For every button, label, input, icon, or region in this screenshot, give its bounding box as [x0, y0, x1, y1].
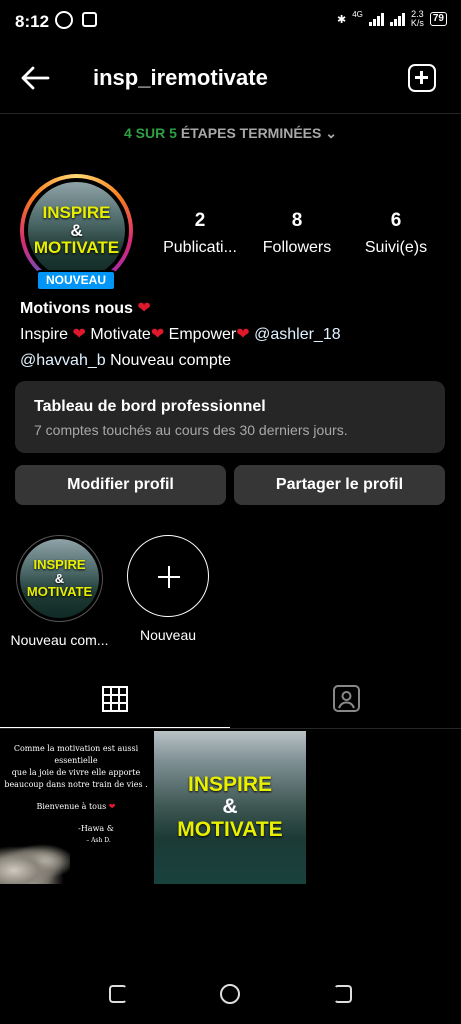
tab-tagged[interactable]	[231, 670, 461, 728]
home-icon[interactable]	[220, 984, 240, 1004]
tab-posts-grid[interactable]	[0, 670, 230, 728]
status-right: ✱ 4G 2.3 K/s 79	[337, 10, 447, 28]
professional-dashboard[interactable]: Tableau de bord professionnel 7 comptes …	[15, 381, 445, 453]
battery-icon: 79	[429, 12, 447, 26]
profile-bio: Motivons nous ❤ Inspire ❤ Motivate❤ Empo…	[20, 300, 341, 369]
profile-name: Motivons nous	[20, 300, 133, 317]
steps-label: ÉTAPES TERMINÉES	[180, 125, 322, 141]
post-thumbnail[interactable]: Comme la motivation est aussi essentiell…	[0, 731, 152, 884]
chevron-down-icon: ⌄	[325, 125, 337, 141]
profile-tabs	[0, 670, 461, 728]
tabs-divider	[0, 728, 461, 729]
new-highlight-button[interactable]: Nouveau	[120, 535, 216, 643]
status-bar: 8:12 ✱ 4G 2.3 K/s 79	[0, 0, 461, 40]
recents-icon[interactable]	[109, 985, 127, 1003]
back-arrow-icon[interactable]	[20, 65, 50, 91]
status-time: 8:12	[15, 12, 50, 31]
heart-icon: ❤	[137, 300, 151, 317]
post-thumbnail[interactable]: INSPIRE & MOTIVATE	[154, 731, 306, 884]
rocks-image	[0, 839, 70, 884]
plus-icon	[127, 535, 209, 617]
edit-profile-button[interactable]: Modifier profil	[15, 465, 226, 505]
stat-following[interactable]: 6 Suivi(e)s	[352, 210, 440, 257]
highlight-label: Nouveau	[139, 627, 197, 643]
notification-app-icon	[82, 12, 97, 27]
top-bar: insp_iremotivate	[0, 55, 461, 101]
create-post-icon[interactable]	[408, 64, 436, 92]
steps-done: 4 SUR 5	[124, 125, 177, 141]
heart-icon: ❤	[72, 326, 86, 343]
net-speed: 2.3 K/s	[410, 9, 424, 28]
whatsapp-icon	[55, 11, 73, 29]
profile-username: insp_iremotivate	[93, 65, 268, 90]
highlight-image: INSPIRE & MOTIVATE	[20, 539, 99, 618]
heart-icon: ❤	[150, 326, 165, 343]
setup-steps[interactable]: 4 SUR 5 ÉTAPES TERMINÉES ⌄	[0, 125, 461, 142]
dashboard-subtitle: 7 comptes touchés au cours des 30 dernie…	[34, 422, 348, 438]
signal-icon	[368, 12, 384, 26]
highlight-label: Nouveau com...	[10, 632, 109, 648]
grid-icon	[102, 686, 128, 712]
system-nav-bar	[0, 968, 461, 1024]
new-badge: NOUVEAU	[36, 270, 116, 291]
heart-icon: ❤	[236, 326, 250, 343]
back-icon[interactable]	[334, 985, 352, 1003]
highlight-item[interactable]: INSPIRE & MOTIVATE Nouveau com...	[2, 535, 117, 648]
signal2-icon	[389, 12, 405, 26]
tagged-person-icon	[333, 685, 360, 712]
mention-link[interactable]: @havvah_b	[20, 352, 106, 369]
dashboard-title: Tableau de bord professionnel	[34, 398, 266, 415]
network-type: 4G	[352, 10, 363, 19]
share-profile-button[interactable]: Partager le profil	[234, 465, 445, 505]
bluetooth-icon: ✱	[336, 13, 347, 26]
avatar-image: INSPIRE & MOTIVATE	[28, 182, 125, 279]
header-divider	[0, 113, 461, 114]
stat-followers[interactable]: 8 Followers	[252, 210, 342, 257]
mention-link[interactable]: @ashler_18	[254, 326, 341, 343]
stat-posts[interactable]: 2 Publicati...	[155, 210, 245, 257]
